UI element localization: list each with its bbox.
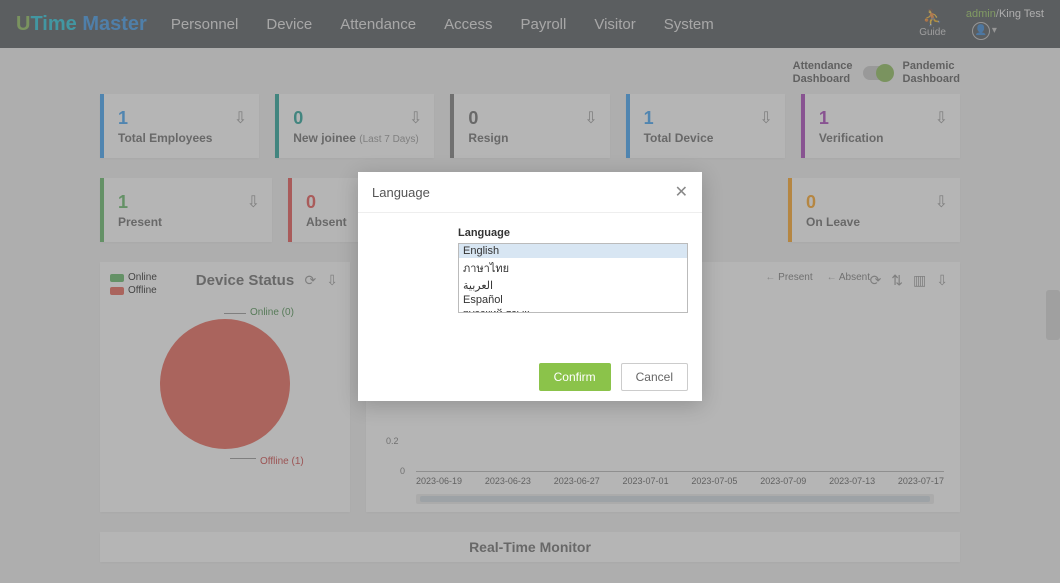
modal-header: Language ✕ — [358, 172, 702, 213]
language-select[interactable]: EnglishภาษาไทยالعربيةEspañolрусский язык… — [458, 243, 688, 313]
cancel-button[interactable]: Cancel — [621, 363, 688, 391]
modal-body: Language EnglishภาษาไทยالعربيةEspañolрус… — [358, 213, 702, 353]
language-option[interactable]: English — [459, 244, 687, 258]
close-icon[interactable]: ✕ — [675, 182, 688, 202]
language-modal: Language ✕ Language Englishภาษาไทยالعربي… — [358, 172, 702, 401]
modal-overlay: Language ✕ Language Englishภาษาไทยالعربي… — [0, 0, 1060, 583]
language-option[interactable]: العربية — [459, 278, 687, 293]
modal-title: Language — [372, 185, 430, 200]
language-field-label: Language — [458, 227, 688, 239]
confirm-button[interactable]: Confirm — [539, 363, 611, 391]
modal-footer: Confirm Cancel — [358, 353, 702, 401]
language-option[interactable]: Español — [459, 293, 687, 307]
language-option[interactable]: русский язык — [459, 307, 687, 313]
language-option[interactable]: ภาษาไทย — [459, 258, 687, 278]
